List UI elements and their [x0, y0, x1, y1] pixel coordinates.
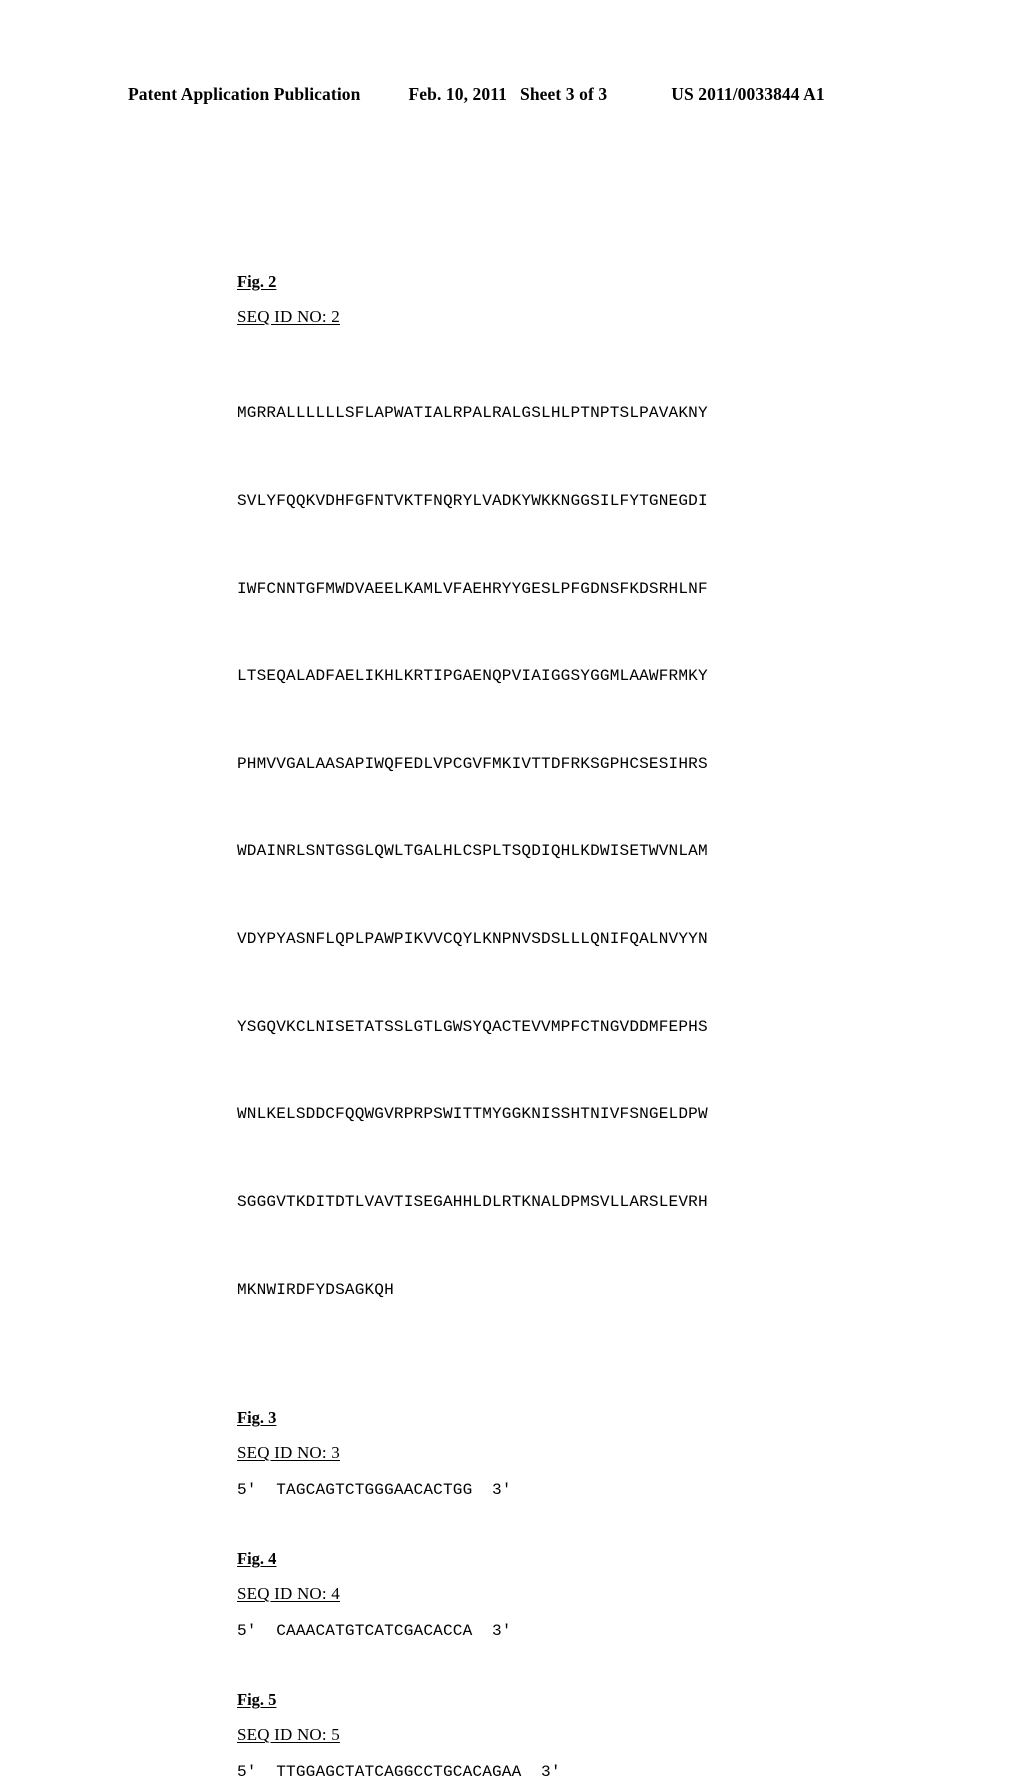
figure-label-fig3: Fig. 3 — [237, 1408, 277, 1428]
header-sheet-number: Sheet 3 of 3 — [520, 84, 608, 104]
seq-id-fig4: SEQ ID NO: 4 — [237, 1584, 340, 1604]
header-publication-title: Patent Application Publication — [128, 84, 361, 104]
figure-block-fig4: Fig. 4 SEQ ID NO: 4 5' CAAACATGTCATCGACA… — [237, 1549, 917, 1646]
figure-label-fig4: Fig. 4 — [237, 1549, 277, 1569]
seq-id-fig5: SEQ ID NO: 5 — [237, 1725, 340, 1745]
sequence-line: MKNWIRDFYDSAGKQH — [237, 1280, 394, 1299]
sequence-block-fig2: MGRRALLLLLLSFLAPWATIALRPALRALGSLHLPTNPTS… — [237, 341, 917, 1363]
header-patent-number: US 2011/0033844 A1 — [671, 84, 825, 104]
sequence-line: SGGGVTKDITDTLVAVTISEGAHHLDLRTKNALDPMSVLL… — [237, 1192, 708, 1211]
sequence-line: LTSEQALADFAELIKHLKRTIPGAENQPVIAIGGSYGGML… — [237, 667, 708, 686]
sequence-line: WNLKELSDDCFQQWGVRPRPSWITTMYGGKNISSHTNIVF… — [237, 1105, 708, 1124]
sequence-line: MGRRALLLLLLSFLAPWATIALRPALRALGSLHLPTNPTS… — [237, 404, 708, 423]
figure-block-fig3: Fig. 3 SEQ ID NO: 3 5' TAGCAGTCTGGGAACAC… — [237, 1408, 917, 1505]
sequence-line: VDYPYASNFLQPLPAWPIKVVCQYLKNPNVSDSLLLQNIF… — [237, 930, 708, 949]
sequence-line: SVLYFQQKVDHFGFNTVKTFNQRYLVADKYWKKNGGSILF… — [237, 492, 708, 511]
figure-label-fig2: Fig. 2 — [237, 272, 277, 291]
sequence-line: PHMVVGALAASAPIWQFEDLVPCGVFMKIVTTDFRKSGPH… — [237, 754, 708, 773]
figure-block-fig5: Fig. 5 SEQ ID NO: 5 5' TTGGAGCTATCAGGCCT… — [237, 1690, 917, 1787]
figures-container: Fig. 2 SEQ ID NO: 2 MGRRALLLLLLSFLAPWATI… — [237, 272, 917, 1787]
sequence-line-fig5: 5' TTGGAGCTATCAGGCCTGCACAGAA 3' — [237, 1763, 561, 1782]
patent-page: Patent Application Publication Feb. 10, … — [0, 0, 1024, 1781]
figure-label-fig5: Fig. 5 — [237, 1690, 277, 1710]
seq-id-fig3: SEQ ID NO: 3 — [237, 1443, 340, 1463]
header-publication-date: Feb. 10, 2011 — [408, 84, 507, 104]
seq-id-fig2: SEQ ID NO: 2 — [237, 307, 340, 326]
sequence-line: WDAINRLSNTGSGLQWLTGALHLCSPLTSQDIQHLKDWIS… — [237, 842, 708, 861]
sequence-line: YSGQVKCLNISETATSSLGTLGWSYQACTEVVMPFCTNGV… — [237, 1017, 708, 1036]
sequence-line-fig4: 5' CAAACATGTCATCGACACCA 3' — [237, 1622, 512, 1641]
document-header: Patent Application Publication Feb. 10, … — [128, 84, 896, 105]
sequence-line: IWFCNNTGFMWDVAEELKAMLVFAEHRYYGESLPFGDNSF… — [237, 579, 708, 598]
sequence-line-fig3: 5' TAGCAGTCTGGGAACACTGG 3' — [237, 1481, 512, 1500]
figure-block-fig2: Fig. 2 SEQ ID NO: 2 MGRRALLLLLLSFLAPWATI… — [237, 272, 917, 1363]
